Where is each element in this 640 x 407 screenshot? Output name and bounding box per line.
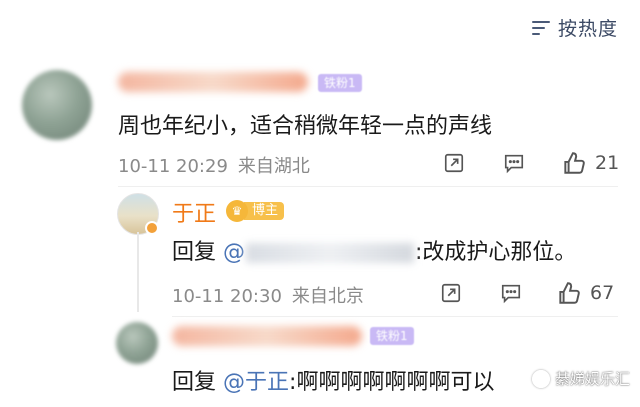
comment-icon: [504, 154, 524, 174]
blogger-badge: ♛ 博主: [226, 200, 285, 222]
comment-time: 10-11 20:29: [118, 156, 228, 177]
blogger-badge-label: 博主: [244, 202, 285, 220]
reply-divider: [172, 316, 618, 317]
mention-name-blurred: [246, 243, 415, 263]
reply-prefix: 回复: [172, 240, 217, 265]
watermark: 綦娣娱乐汇: [531, 368, 630, 389]
reply-body: :改成护心那位。: [415, 240, 577, 265]
thread-line: [137, 232, 139, 312]
reply-button[interactable]: [503, 152, 525, 174]
comment-location: 来自湖北: [237, 156, 310, 177]
like-count: 67: [590, 282, 615, 304]
commenter-avatar[interactable]: [22, 70, 92, 140]
comment-meta: 10-11 20:29 来自湖北: [118, 152, 310, 178]
reply-text: 回复 @于正:啊啊啊啊啊啊啊可以: [172, 364, 494, 396]
replier-name-blurred[interactable]: [172, 326, 362, 346]
like-button[interactable]: 67: [556, 280, 614, 306]
share-button[interactable]: [443, 152, 465, 174]
crown-icon: ♛: [226, 200, 248, 222]
sort-label: 按热度: [557, 18, 618, 40]
reply-time: 10-11 20:30: [172, 286, 282, 307]
reply-location: 来自北京: [291, 286, 364, 307]
mention-link[interactable]: @于正: [223, 370, 289, 395]
reply-body: :啊啊啊啊啊啊啊可以: [289, 370, 495, 395]
like-button[interactable]: 21: [561, 150, 619, 176]
thumbs-up-icon: [564, 152, 585, 174]
reply-meta: 10-11 20:30 来自北京: [172, 282, 364, 308]
watermark-text: 綦娣娱乐汇: [554, 370, 630, 388]
mention-at-symbol: @: [223, 240, 246, 265]
fan-badge: 铁粉1: [370, 327, 414, 345]
reply-text: 回复 @ :改成护心那位。: [172, 234, 576, 266]
comment-icon: [501, 284, 521, 304]
mention-link[interactable]: @: [223, 240, 415, 265]
blogger-username[interactable]: 于正: [172, 196, 216, 228]
verified-badge-icon: [145, 221, 159, 235]
reply-button[interactable]: [500, 282, 522, 304]
fan-badge: 铁粉1: [318, 74, 362, 92]
comment-divider: [118, 186, 618, 187]
share-icon: [444, 153, 464, 173]
commenter-name-blurred[interactable]: [118, 72, 308, 92]
comment-text: 周也年纪小，适合稍微年轻一点的声线: [118, 114, 493, 139]
sort-lines-icon: [531, 20, 550, 36]
thumbs-up-icon: [559, 282, 580, 304]
share-icon: [441, 283, 461, 303]
sort-by-hot-button[interactable]: 按热度: [531, 14, 618, 41]
share-button[interactable]: [440, 282, 462, 304]
reply-prefix: 回复: [172, 370, 217, 395]
replier-avatar[interactable]: [116, 322, 158, 364]
watermark-logo-icon: [531, 369, 550, 388]
like-count: 21: [595, 152, 620, 174]
